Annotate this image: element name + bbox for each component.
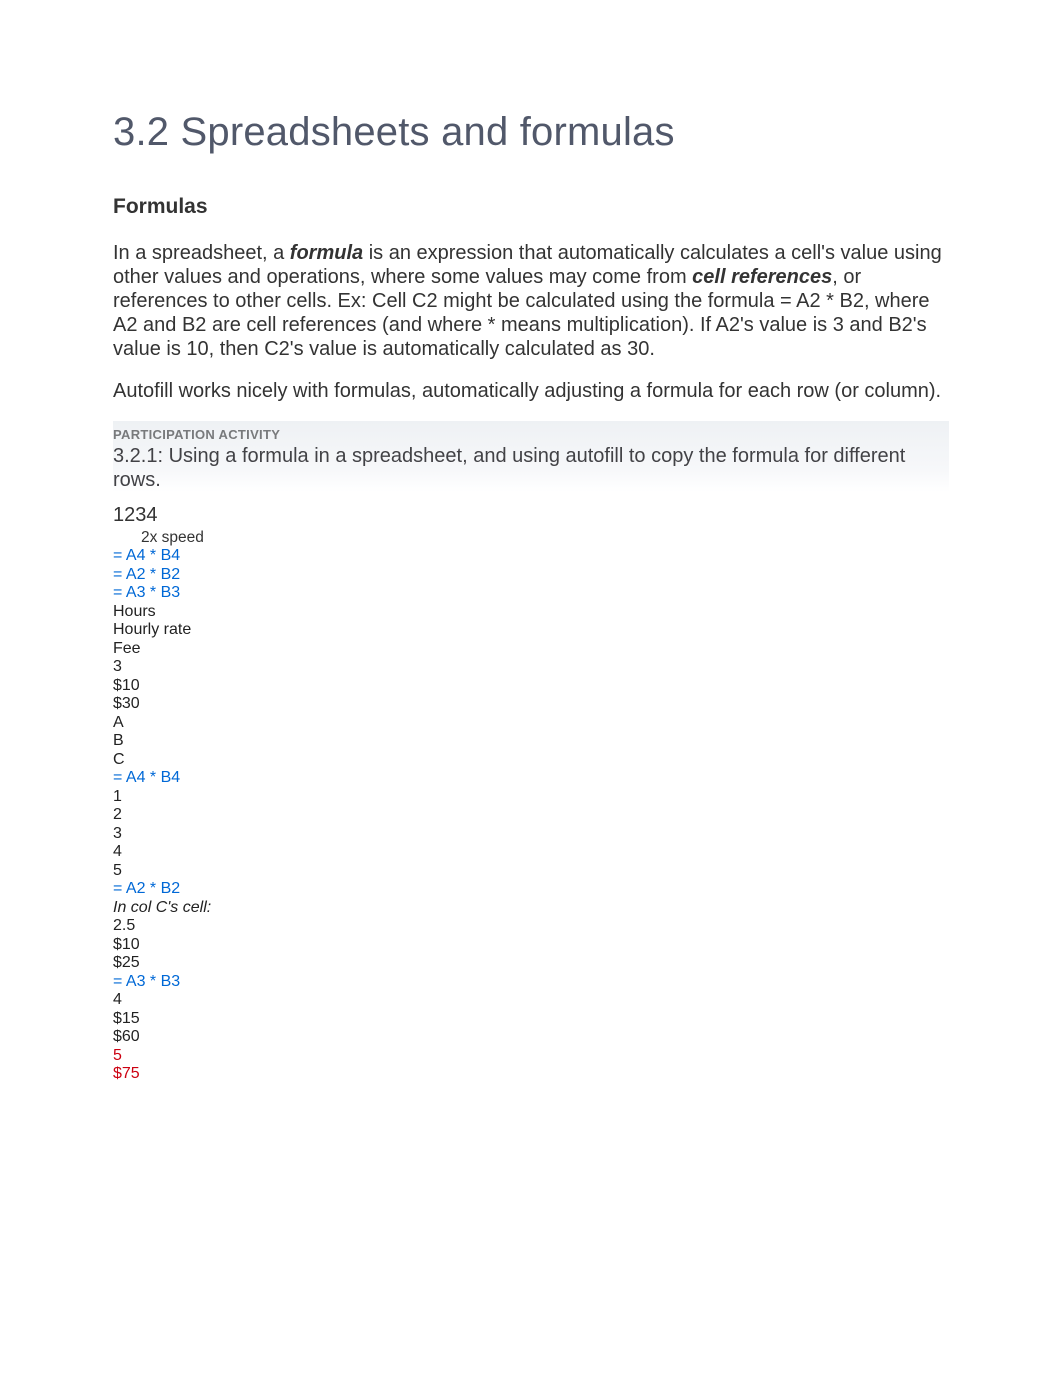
example-line: 3 bbox=[113, 825, 949, 844]
section-heading-formulas: Formulas bbox=[113, 195, 949, 219]
example-line: A bbox=[113, 714, 949, 733]
example-line: Fee bbox=[113, 640, 949, 659]
example-line: $15 bbox=[113, 1010, 949, 1029]
activity-label: PARTICIPATION ACTIVITY bbox=[113, 427, 949, 442]
example-line: = A4 * B4 bbox=[113, 769, 949, 788]
example-line: In col C's cell: bbox=[113, 899, 949, 918]
example-line: B bbox=[113, 732, 949, 751]
example-line: C bbox=[113, 751, 949, 770]
example-line: 5 bbox=[113, 862, 949, 881]
example-line: Hours bbox=[113, 603, 949, 622]
example-line: = A3 * B3 bbox=[113, 584, 949, 603]
example-line: 4 bbox=[113, 991, 949, 1010]
page-title: 3.2 Spreadsheets and formulas bbox=[113, 110, 949, 155]
example-line: $30 bbox=[113, 695, 949, 714]
paragraph-autofill: Autofill works nicely with formulas, aut… bbox=[113, 379, 949, 403]
paragraph-formula-definition: In a spreadsheet, a formula is an expres… bbox=[113, 241, 949, 361]
example-line: $60 bbox=[113, 1028, 949, 1047]
page-container: 3.2 Spreadsheets and formulas Formulas I… bbox=[0, 0, 1062, 1144]
example-line: = A2 * B2 bbox=[113, 566, 949, 585]
example-line: 4 bbox=[113, 843, 949, 862]
example-lines: = A4 * B4= A2 * B2= A3 * B3HoursHourly r… bbox=[113, 547, 949, 1084]
example-line: Hourly rate bbox=[113, 621, 949, 640]
term-formula: formula bbox=[290, 242, 363, 264]
example-line: $10 bbox=[113, 677, 949, 696]
example-line: $25 bbox=[113, 954, 949, 973]
example-line: 2 bbox=[113, 806, 949, 825]
para1-pre: In a spreadsheet, a bbox=[113, 242, 290, 264]
participation-activity: PARTICIPATION ACTIVITY 3.2.1: Using a fo… bbox=[113, 421, 949, 492]
example-line: 5 bbox=[113, 1047, 949, 1066]
example-line: = A3 * B3 bbox=[113, 973, 949, 992]
example-line: 2.5 bbox=[113, 917, 949, 936]
counter-1234: 1234 bbox=[113, 504, 949, 527]
example-line: = A4 * B4 bbox=[113, 547, 949, 566]
activity-title: 3.2.1: Using a formula in a spreadsheet,… bbox=[113, 444, 949, 492]
speed-label: 2x speed bbox=[141, 529, 949, 547]
term-cell-references: cell references bbox=[692, 266, 832, 288]
example-line: 1 bbox=[113, 788, 949, 807]
example-line: = A2 * B2 bbox=[113, 880, 949, 899]
example-line: 3 bbox=[113, 658, 949, 677]
example-line: $10 bbox=[113, 936, 949, 955]
example-line: $75 bbox=[113, 1065, 949, 1084]
